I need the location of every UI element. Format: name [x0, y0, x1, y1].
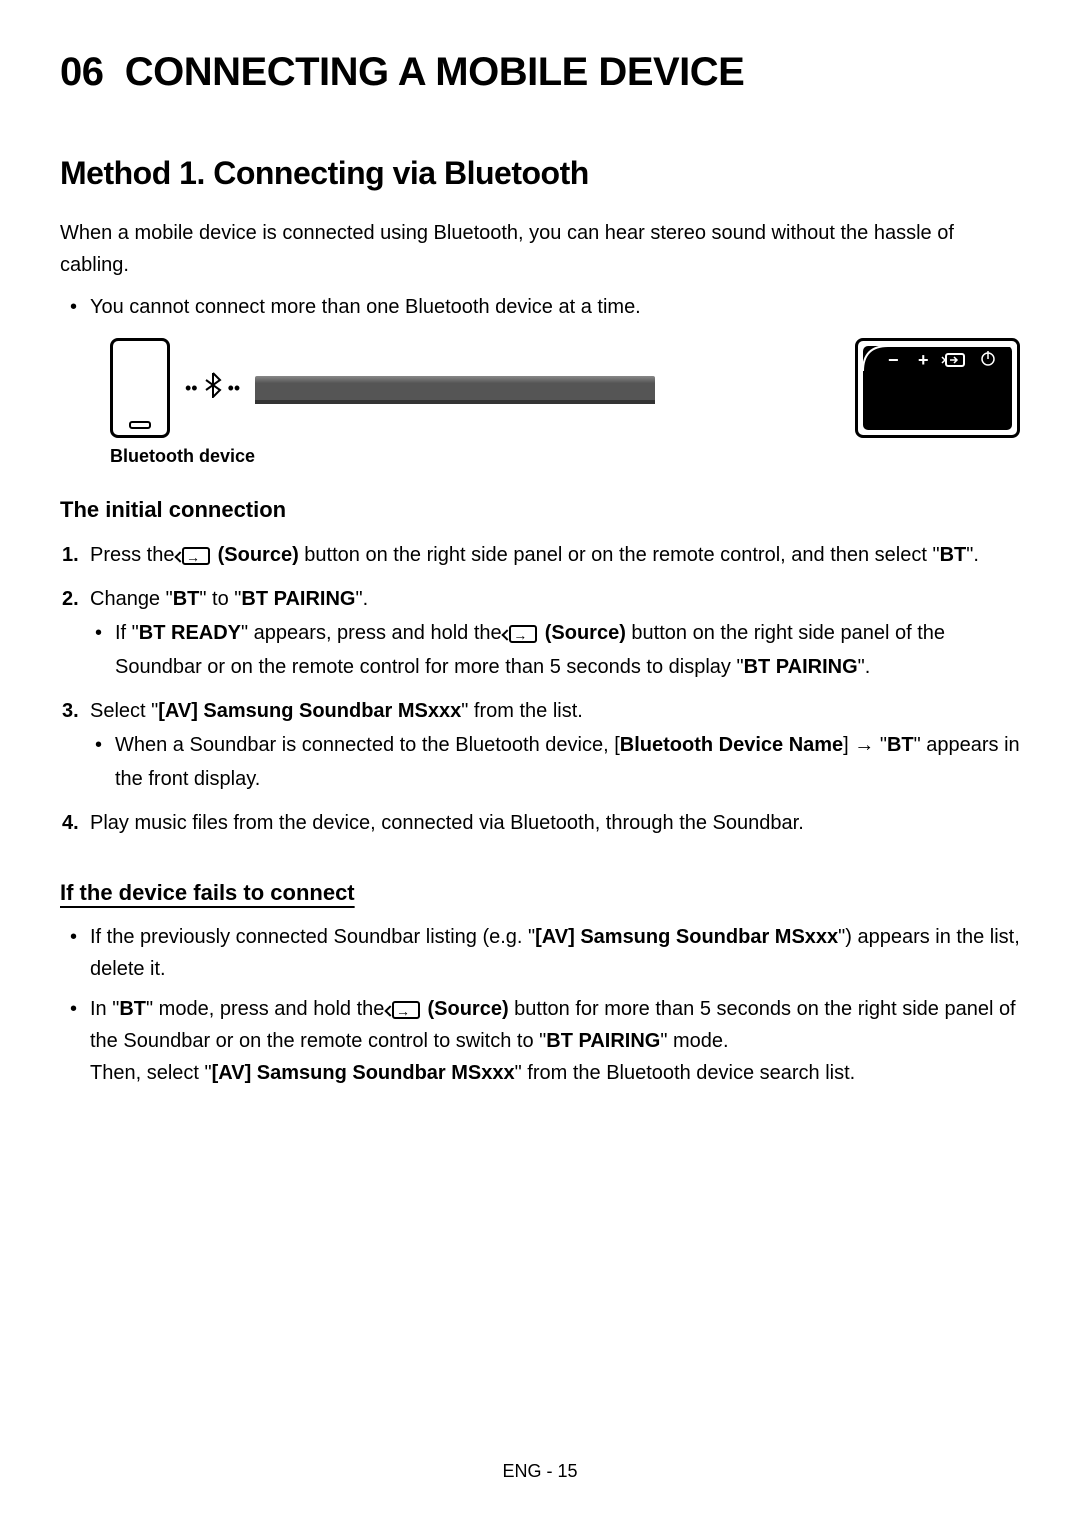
- fails-item-2: In "BT" mode, press and hold the (Source…: [90, 993, 1020, 1089]
- page-footer: ENG - 15: [0, 1461, 1080, 1482]
- s3-pre: Select ": [90, 700, 158, 722]
- s2s-m1: " appears, press and hold the: [241, 622, 507, 644]
- step1-tail: ".: [966, 544, 979, 566]
- s2s-b2: BT PAIRING: [744, 656, 858, 678]
- step2-b2: BT PAIRING: [241, 588, 355, 610]
- s3s-mid: ] → ": [843, 734, 887, 756]
- step-2: Change "BT" to "BT PAIRING". If "BT READ…: [90, 582, 1020, 684]
- s2s-pre: If ": [115, 622, 139, 644]
- step2-sub: If "BT READY" appears, press and hold th…: [90, 616, 1020, 684]
- f2-m1: " mode, press and hold the: [146, 998, 390, 1020]
- method-title: Method 1. Connecting via Bluetooth: [60, 155, 1020, 192]
- note-item: You cannot connect more than one Bluetoo…: [90, 291, 1020, 323]
- notes-list: You cannot connect more than one Bluetoo…: [60, 291, 1020, 323]
- svg-text:−: −: [888, 350, 899, 370]
- f2-b1: BT: [119, 998, 146, 1020]
- panel-svg: − +: [858, 341, 1017, 435]
- connection-diagram: •• •• − +: [110, 338, 1020, 438]
- f2-b2: BT PAIRING: [546, 1030, 660, 1052]
- step1-bt: BT: [940, 544, 967, 566]
- step1-text: Press the: [90, 544, 180, 566]
- step3-sub: When a Soundbar is connected to the Blue…: [90, 728, 1020, 796]
- step3-sub-item: When a Soundbar is connected to the Blue…: [115, 728, 1020, 796]
- source-icon: [509, 625, 537, 643]
- bluetooth-svg: [204, 372, 222, 398]
- dots-right: ••: [228, 378, 241, 399]
- s2s-suf: ".: [858, 656, 871, 678]
- initial-connection-heading: The initial connection: [60, 497, 1020, 523]
- step2-sub-item: If "BT READY" appears, press and hold th…: [115, 616, 1020, 684]
- svg-text:+: +: [918, 350, 929, 370]
- source-label: (Source): [218, 544, 299, 566]
- f2-src: (Source): [428, 998, 509, 1020]
- steps-list: Press the (Source) button on the right s…: [60, 538, 1020, 840]
- fails-list: If the previously connected Soundbar lis…: [60, 921, 1020, 1089]
- step1-suffix: button on the right side panel or on the…: [299, 544, 940, 566]
- s2s-b1: BT READY: [139, 622, 241, 644]
- s2s-src: (Source): [545, 622, 626, 644]
- step2-b1: BT: [173, 588, 200, 610]
- f2-m3: " mode.: [660, 1030, 728, 1052]
- fails-heading: If the device fails to connect: [60, 880, 1020, 906]
- step2-suf: ".: [355, 588, 368, 610]
- step-1: Press the (Source) button on the right s…: [90, 538, 1020, 572]
- diagram-label: Bluetooth device: [110, 446, 1020, 467]
- method-intro: When a mobile device is connected using …: [60, 217, 1020, 281]
- source-icon: [182, 547, 210, 565]
- f2-l2b: [AV] Samsung Soundbar MSxxx: [212, 1062, 515, 1084]
- chapter-title: 06 CONNECTING A MOBILE DEVICE: [60, 50, 1020, 95]
- f1-b1: [AV] Samsung Soundbar MSxxx: [535, 926, 838, 948]
- f2-pre: In ": [90, 998, 119, 1020]
- phone-icon: [110, 338, 170, 438]
- f2-l2s: " from the Bluetooth device search list.: [515, 1062, 856, 1084]
- fails-item-1: If the previously connected Soundbar lis…: [90, 921, 1020, 985]
- s3s-pre: When a Soundbar is connected to the Blue…: [115, 734, 620, 756]
- step2-mid: " to ": [199, 588, 241, 610]
- soundbar-icon: [255, 376, 655, 400]
- bluetooth-signal: •• ••: [185, 372, 240, 405]
- s3-suf: " from the list.: [461, 700, 583, 722]
- dots-left: ••: [185, 378, 198, 399]
- source-icon: [392, 1001, 420, 1019]
- chapter-number: 06: [60, 50, 104, 94]
- f2-l2p: Then, select ": [90, 1062, 212, 1084]
- f1-pre: If the previously connected Soundbar lis…: [90, 926, 535, 948]
- chapter-text: CONNECTING A MOBILE DEVICE: [125, 50, 745, 94]
- s3-b1: [AV] Samsung Soundbar MSxxx: [158, 700, 461, 722]
- step-3: Select "[AV] Samsung Soundbar MSxxx" fro…: [90, 694, 1020, 796]
- control-panel-icon: − +: [855, 338, 1020, 438]
- step-4: Play music files from the device, connec…: [90, 806, 1020, 840]
- bluetooth-icon: [204, 372, 222, 405]
- s3s-b2: BT: [887, 734, 914, 756]
- step2-pre: Change ": [90, 588, 173, 610]
- s3s-b1: Bluetooth Device Name: [620, 734, 843, 756]
